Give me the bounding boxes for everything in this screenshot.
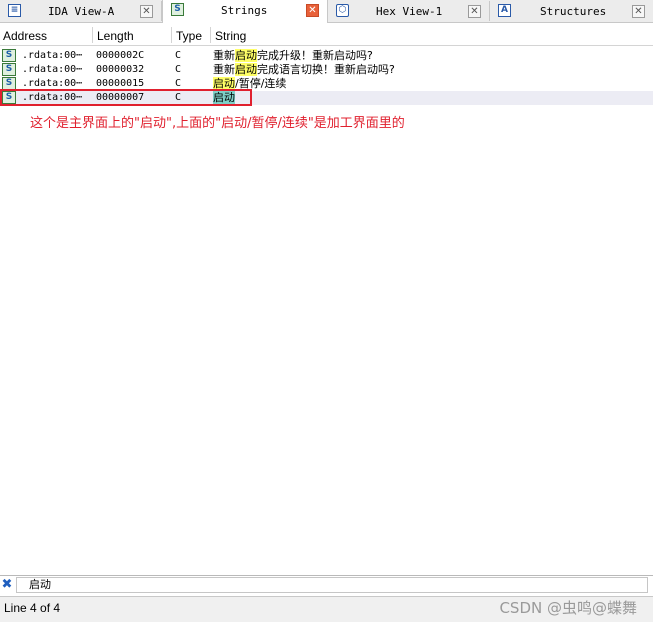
- structure-icon: A: [498, 4, 511, 17]
- close-icon[interactable]: ✖: [1, 578, 13, 591]
- string-icon: S: [2, 63, 16, 76]
- row-type: C: [175, 50, 182, 61]
- tab-label: Structures: [540, 5, 607, 18]
- annotation-text: 这个是主界面上的"启动",上面的"启动/暂停/连续"是加工界面里的: [30, 116, 405, 131]
- annotation-box: [0, 89, 252, 106]
- table-row[interactable]: S .rdata:00⋯ 00000032 C 重新启动完成语言切换！重新启动吗…: [0, 63, 653, 77]
- string-prefix: 重新: [213, 49, 235, 62]
- table-header: Address Length Type String: [0, 25, 653, 46]
- column-length[interactable]: Length: [97, 29, 134, 43]
- tab-hex-view-1[interactable]: ⬡ Hex View-1 ✕: [328, 1, 490, 21]
- string-icon: S: [2, 49, 16, 62]
- string-icon: S: [171, 3, 184, 16]
- row-type: C: [175, 64, 182, 75]
- tab-structures[interactable]: A Structures ✕: [490, 1, 653, 21]
- filter-bar: ✖ 启动: [0, 575, 653, 596]
- tab-label: Hex View-1: [376, 5, 443, 18]
- row-length: 00000032: [96, 64, 145, 75]
- table-row[interactable]: S .rdata:00⋯ 0000002C C 重新启动完成升级！重新启动吗?: [0, 49, 653, 63]
- close-icon[interactable]: ✕: [140, 5, 153, 18]
- search-match-highlight: 启动: [235, 49, 257, 62]
- tab-ida-view-a[interactable]: ≡ IDA View-A ✕: [0, 1, 162, 21]
- filter-input[interactable]: 启动: [16, 577, 648, 593]
- row-address: .rdata:00⋯: [22, 50, 83, 61]
- tab-strings[interactable]: S Strings ✕: [162, 0, 328, 23]
- close-icon[interactable]: ✕: [632, 5, 645, 18]
- close-icon[interactable]: ✕: [468, 5, 481, 18]
- row-length: 0000002C: [96, 50, 145, 61]
- tab-label: Strings: [221, 4, 268, 17]
- column-address[interactable]: Address: [3, 29, 47, 43]
- tab-bar: ≡ IDA View-A ✕ S Strings ✕ ⬡ Hex View-1 …: [0, 0, 653, 23]
- column-divider[interactable]: [92, 27, 93, 43]
- column-type[interactable]: Type: [176, 29, 202, 43]
- hex-icon: ⬡: [336, 4, 349, 17]
- tab-label: IDA View-A: [48, 5, 115, 18]
- watermark: CSDN @虫鸣@蝶舞: [499, 599, 637, 617]
- search-match-highlight: 启动: [235, 63, 257, 76]
- string-suffix: 完成升级！重新启动吗?: [257, 49, 373, 62]
- column-divider[interactable]: [210, 27, 211, 43]
- row-string: 重新启动完成语言切换！重新启动吗?: [213, 63, 395, 76]
- row-string: 重新启动完成升级！重新启动吗?: [213, 49, 373, 62]
- status-bar: Line 4 of 4 CSDN @虫鸣@蝶舞: [0, 596, 653, 622]
- column-divider[interactable]: [171, 27, 172, 43]
- close-icon[interactable]: ✕: [306, 4, 319, 17]
- column-string[interactable]: String: [215, 29, 246, 43]
- string-suffix: 完成语言切换！重新启动吗?: [257, 63, 395, 76]
- document-list-icon: ≡: [8, 4, 21, 17]
- string-prefix: 重新: [213, 63, 235, 76]
- line-status: Line 4 of 4: [4, 601, 61, 615]
- row-address: .rdata:00⋯: [22, 64, 83, 75]
